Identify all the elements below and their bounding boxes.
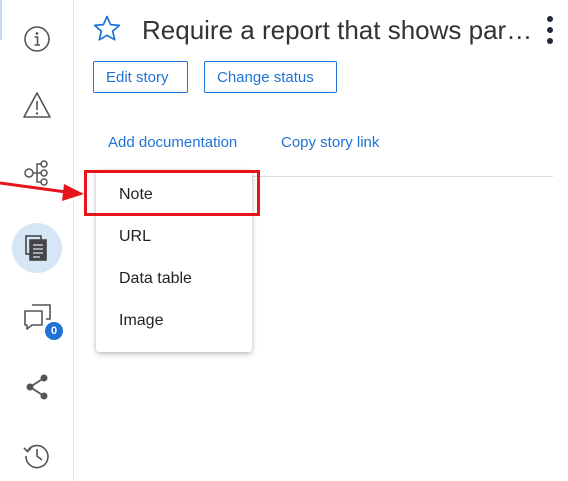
change-status-button[interactable]: Change status [204,61,337,93]
sidebar-item-hierarchy[interactable] [12,147,62,197]
menu-item-url[interactable]: URL [119,228,151,246]
menu-item-image[interactable]: Image [119,312,163,330]
history-icon [23,444,49,469]
sidebar-item-documents[interactable] [12,223,62,273]
sidebar-rail: 0 [0,0,74,481]
sidebar-item-share[interactable] [12,362,62,412]
story-title: Require a report that shows part… [142,15,538,45]
sidebar-item-history[interactable] [12,431,62,481]
info-icon [24,26,50,52]
add-documentation-link[interactable]: Add documentation [108,134,237,151]
documents-icon [25,235,47,261]
sidebar-item-comments[interactable]: 0 [12,292,63,342]
sidebar-item-info[interactable] [12,14,62,64]
hierarchy-icon [24,160,48,186]
favorite-star-icon[interactable] [92,14,122,44]
warning-icon [23,92,51,118]
menu-item-data-table[interactable]: Data table [119,270,192,288]
more-options-icon[interactable] [543,16,557,44]
add-documentation-menu: Note URL Data table Image [96,170,252,352]
menu-item-note[interactable]: Note [119,186,153,204]
edit-story-button[interactable]: Edit story [93,61,188,93]
copy-story-link[interactable]: Copy story link [281,134,379,151]
sidebar-item-warnings[interactable] [12,80,62,130]
comments-count-badge: 0 [45,322,63,340]
rail-edge-indicator [0,0,2,40]
share-icon [26,374,48,400]
